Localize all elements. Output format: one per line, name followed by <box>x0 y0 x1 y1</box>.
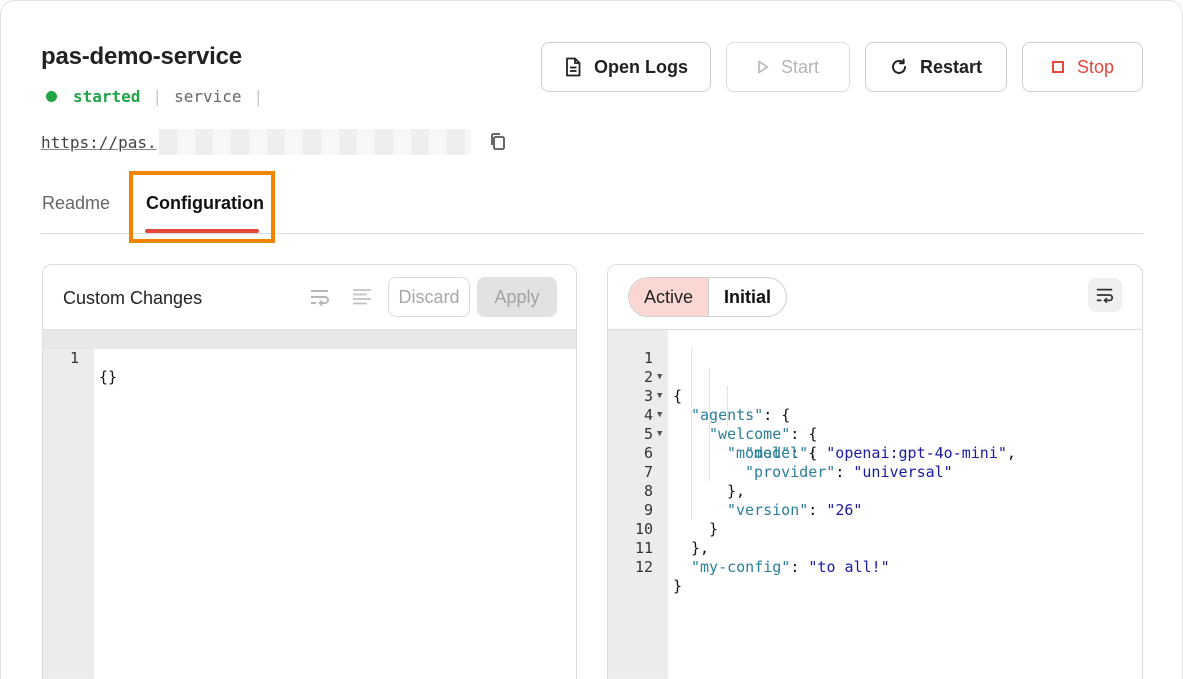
active-config-panel: Active Initial 1 ▼ {2 ▼ "agents": {3 ▼… <box>607 264 1143 679</box>
open-logs-label: Open Logs <box>594 56 688 77</box>
stop-label: Stop <box>1076 56 1115 77</box>
start-button[interactable]: Start <box>726 42 850 92</box>
code-line: 1 ▼ { <box>608 330 1142 405</box>
custom-changes-header: Custom Changes Discard Apply <box>43 265 576 330</box>
service-url-row: https://pas. <box>41 129 507 155</box>
separator: | <box>253 87 264 106</box>
tab-readme[interactable]: Readme <box>42 193 110 214</box>
active-config-editor[interactable]: 1 ▼ { 2 ▼ "agents": { 3 ▼ "welcome": { 4… <box>608 330 1142 679</box>
code-line: 12 } <box>608 539 1142 595</box>
custom-changes-title: Custom Changes <box>63 288 203 308</box>
align-left-icon[interactable] <box>351 287 373 307</box>
code-line: 8 "version": "26" <box>608 463 1142 519</box>
code-text: {} <box>99 368 118 386</box>
status-dot-icon <box>46 91 57 102</box>
service-url-link[interactable]: https://pas. <box>41 133 157 152</box>
word-wrap-icon[interactable] <box>309 287 331 307</box>
code-line: 6 "provider": "universal" <box>608 425 1142 481</box>
code-line: 4 ▼ "model": { <box>608 387 1142 462</box>
play-icon <box>758 60 769 74</box>
start-label: Start <box>780 56 819 77</box>
code-line: 10 }, <box>608 501 1142 557</box>
code-line: 7 }, <box>608 444 1142 500</box>
copy-icon[interactable] <box>489 132 507 152</box>
code-line: 11 "my-config": "to all!" <box>608 520 1142 576</box>
word-wrap-toggle-button[interactable] <box>1088 278 1122 312</box>
custom-changes-editor[interactable]: 1 {} <box>43 330 576 679</box>
code-line: 2 ▼ "agents": { <box>608 349 1142 424</box>
apply-button[interactable]: Apply <box>477 277 557 317</box>
code-line: 5 "model": "openai:gpt-4o-mini", <box>608 406 1142 462</box>
code-text: } <box>673 577 683 595</box>
custom-changes-panel: Custom Changes Discard Apply 1 {} <box>42 264 577 679</box>
segment-initial[interactable]: Initial <box>709 278 786 316</box>
redacted-url <box>158 129 471 155</box>
annotation-highlight-box <box>129 171 275 243</box>
code-line: 1 {} <box>43 330 576 386</box>
restart-button[interactable]: Restart <box>865 42 1007 92</box>
code-text: "my-config": "to all!" <box>691 558 890 576</box>
service-title: pas-demo-service <box>41 43 242 70</box>
active-config-header: Active Initial <box>608 265 1142 330</box>
line-number: 1 <box>69 349 79 367</box>
version-toggle: Active Initial <box>628 277 788 317</box>
restart-label: Restart <box>919 56 983 77</box>
stop-button[interactable]: Stop <box>1022 42 1143 92</box>
code-line: 3 ▼ "welcome": { <box>608 368 1142 443</box>
open-logs-button[interactable]: Open Logs <box>541 42 711 92</box>
document-icon <box>566 57 581 77</box>
stop-square-icon <box>1051 61 1064 73</box>
service-kind: service <box>174 87 242 106</box>
segment-active[interactable]: Active <box>629 278 710 316</box>
code-line: 9 } <box>608 482 1142 538</box>
discard-button[interactable]: Discard <box>388 277 470 317</box>
word-wrap-icon <box>1096 288 1114 304</box>
line-number: 12 <box>634 558 653 576</box>
service-card: pas-demo-service started | service | htt… <box>0 0 1183 679</box>
refresh-icon <box>892 58 906 74</box>
status-row: started | service | <box>46 87 275 106</box>
status-text: started <box>73 87 141 106</box>
separator: | <box>152 87 163 106</box>
